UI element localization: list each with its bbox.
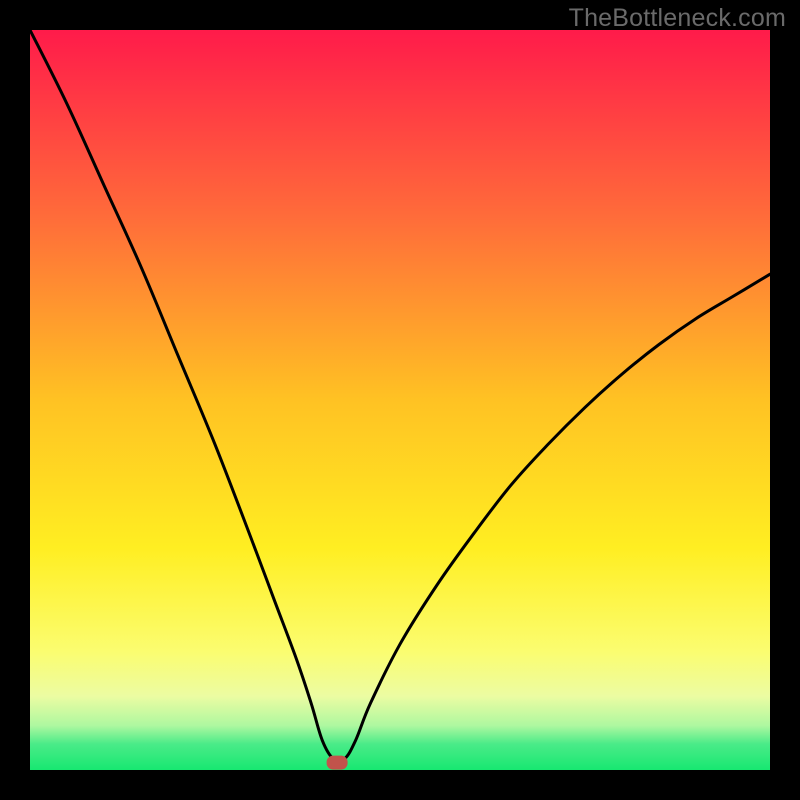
optimal-marker: [327, 756, 347, 769]
chart-container: TheBottleneck.com: [0, 0, 800, 800]
watermark-text: TheBottleneck.com: [569, 4, 786, 33]
plot-area: [30, 30, 770, 770]
plot-svg: [30, 30, 770, 770]
gradient-backdrop: [30, 30, 770, 770]
